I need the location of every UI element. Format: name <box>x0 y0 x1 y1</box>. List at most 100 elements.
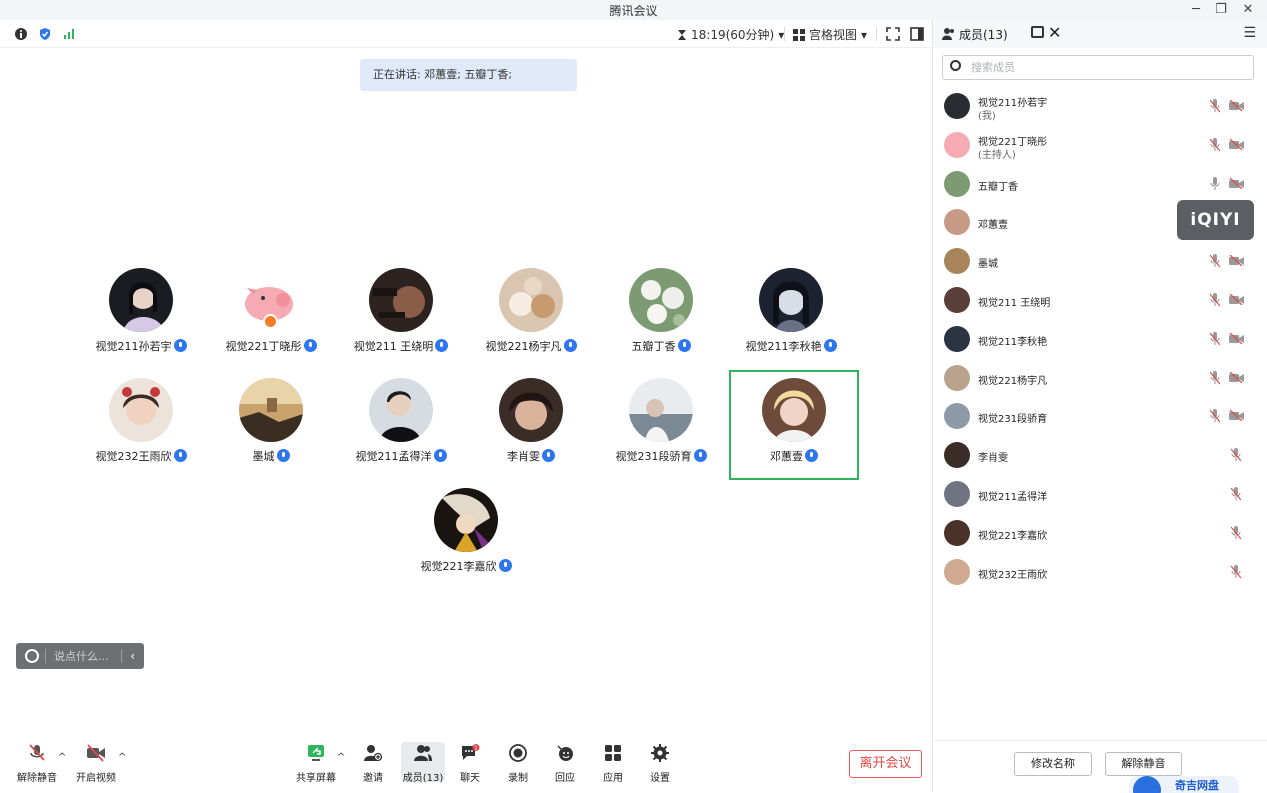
mic-icon[interactable] <box>1210 176 1220 191</box>
participant-name: 视觉232王雨欣 <box>95 450 172 463</box>
video-options-caret-icon[interactable]: ^ <box>118 752 126 763</box>
start-video-button[interactable]: 开启视频 <box>74 744 118 784</box>
member-row[interactable]: 李肖雯 <box>933 436 1267 474</box>
unmute-label: 解除静音 <box>17 773 57 784</box>
mic-muted-icon[interactable] <box>1231 487 1241 501</box>
mic-muted-icon[interactable] <box>1210 293 1220 307</box>
member-search-input[interactable]: 搜索成员 <box>942 55 1254 80</box>
participant-tile[interactable]: 视觉211孙若宇 <box>76 260 206 370</box>
member-avatar <box>944 248 970 275</box>
chat-icon: 1 <box>462 744 480 760</box>
mic-muted-icon[interactable] <box>1210 409 1220 423</box>
mic-muted-icon[interactable] <box>1210 331 1220 346</box>
participant-tile[interactable]: 视觉221李嘉欣 <box>401 480 531 590</box>
invite-label: 邀请 <box>363 773 383 784</box>
chat-button[interactable]: 1 聊天 <box>448 744 492 784</box>
netdisk-widget[interactable]: 奇吉网盘 <box>1129 776 1239 793</box>
camera-off-icon[interactable] <box>1229 177 1244 189</box>
member-row[interactable]: 视觉211孙若宇 (我) <box>933 87 1267 125</box>
mic-options-caret-icon[interactable]: ^ <box>58 752 66 763</box>
camera-off-icon[interactable] <box>1229 294 1244 305</box>
title-bar: 腾讯会议 ─ ❐ ✕ <box>0 0 1267 20</box>
react-label: 回应 <box>555 773 575 784</box>
member-row[interactable]: 视觉231段骄育 <box>933 397 1267 435</box>
emoji-icon[interactable] <box>25 649 39 663</box>
participant-tile[interactable]: 五瓣丁香 <box>596 260 726 370</box>
avatar <box>762 378 826 442</box>
mic-muted-icon[interactable] <box>1231 564 1241 579</box>
participant-tile[interactable]: 视觉211孟得洋 <box>336 370 466 480</box>
camera-off-icon[interactable] <box>1229 332 1244 344</box>
react-button[interactable]: 回应 <box>543 744 587 784</box>
apps-button[interactable]: 应用 <box>591 744 635 784</box>
member-avatar <box>944 131 970 158</box>
member-name: 视觉221杨宇凡 <box>978 375 1048 387</box>
fullscreen-icon[interactable] <box>886 27 900 41</box>
member-row[interactable]: 视觉211李秋艳 <box>933 320 1267 358</box>
member-row[interactable]: 墨城 <box>933 242 1267 280</box>
view-label: 宫格视图 <box>809 28 858 42</box>
minimize-button[interactable]: ─ <box>1185 1 1207 19</box>
view-switch[interactable]: 宫格视图 ▾ <box>793 26 867 43</box>
mic-icon <box>173 339 187 352</box>
member-row[interactable]: 视觉232王雨欣 <box>933 553 1267 591</box>
apps-icon <box>605 745 621 761</box>
camera-off-icon[interactable] <box>1229 100 1244 111</box>
member-row[interactable]: 视觉221丁晓彤 (主持人) <box>933 126 1267 164</box>
sidebar-toggle-icon[interactable] <box>910 27 924 41</box>
participant-tile[interactable]: 视觉211 王绕明 <box>336 260 466 370</box>
member-row[interactable]: 五瓣丁香 <box>933 165 1267 203</box>
share-screen-button[interactable]: 共享屏幕 <box>294 744 338 784</box>
shield-icon[interactable] <box>38 27 52 41</box>
participant-tile[interactable]: 视觉221丁晓彤 <box>206 260 336 370</box>
mic-icon <box>435 339 449 352</box>
member-row[interactable]: 视觉211孟得洋 <box>933 475 1267 513</box>
info-icon[interactable] <box>14 27 28 41</box>
member-role: (主持人) <box>978 149 1016 161</box>
unmute-all-button[interactable]: 解除静音 <box>1105 752 1182 776</box>
mic-muted-icon[interactable] <box>1210 254 1220 268</box>
unmute-button[interactable]: 解除静音 <box>15 744 59 784</box>
mic-muted-icon[interactable] <box>1210 137 1220 152</box>
meeting-timer[interactable]: 18:19(60分钟) ▾ <box>677 26 784 43</box>
chat-quick-input[interactable]: 说点什么... ‹ <box>16 643 144 669</box>
reaction-icon <box>557 745 573 761</box>
mic-muted-icon[interactable] <box>1210 99 1220 113</box>
record-button[interactable]: 录制 <box>496 744 540 784</box>
mic-muted-icon[interactable] <box>1231 448 1241 462</box>
participant-tile[interactable]: 视觉232王雨欣 <box>76 370 206 480</box>
rename-button[interactable]: 修改名称 <box>1014 752 1092 776</box>
participant-tile[interactable]: 视觉221杨宇凡 <box>466 260 596 370</box>
participant-tile-active-speaker[interactable]: 邓蕙壹 <box>729 370 859 480</box>
member-row[interactable]: 视觉221李嘉欣 <box>933 514 1267 552</box>
member-avatar <box>944 481 970 507</box>
camera-off-icon[interactable] <box>1229 410 1244 422</box>
member-row[interactable]: 视觉211 王绕明 <box>933 281 1267 319</box>
close-button[interactable]: ✕ <box>1237 1 1259 19</box>
camera-off-icon[interactable] <box>1229 255 1244 267</box>
participant-tile[interactable]: 视觉211李秋艳 <box>726 260 856 370</box>
host-badge-icon <box>263 314 278 329</box>
settings-button[interactable]: 设置 <box>638 744 682 784</box>
participant-tile[interactable]: 墨城 <box>206 370 336 480</box>
avatar <box>109 268 173 332</box>
mic-muted-icon[interactable] <box>1231 525 1241 540</box>
camera-off-icon[interactable] <box>1229 138 1244 150</box>
leave-meeting-button[interactable]: 离开会议 <box>849 750 922 778</box>
member-row[interactable]: 视觉221杨宇凡 <box>933 359 1267 397</box>
signal-icon[interactable] <box>62 27 76 41</box>
popout-icon[interactable] <box>1031 26 1044 38</box>
restore-button[interactable]: ❐ <box>1210 1 1232 19</box>
camera-off-icon[interactable] <box>1229 371 1244 383</box>
share-options-caret-icon[interactable]: ^ <box>337 752 345 763</box>
participant-tile[interactable]: 视觉231段骄育 <box>596 370 726 480</box>
member-avatar <box>944 403 970 430</box>
invite-button[interactable]: 邀请 <box>351 744 395 784</box>
collapse-chevron-icon[interactable]: ‹ <box>121 649 135 663</box>
close-panel-icon[interactable]: ✕ <box>1048 23 1061 42</box>
participant-tile[interactable]: 李肖雯 <box>466 370 596 480</box>
menu-icon[interactable]: ☰ <box>1243 25 1256 41</box>
members-button[interactable]: 成员(13) <box>401 742 445 784</box>
participant-name: 邓蕙壹 <box>770 450 803 463</box>
mic-muted-icon[interactable] <box>1210 370 1220 385</box>
